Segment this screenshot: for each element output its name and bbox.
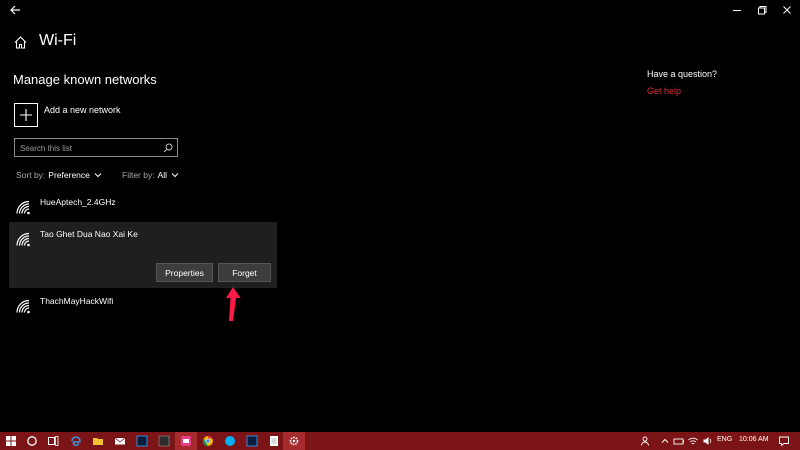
filter-value: All xyxy=(157,170,168,180)
settings-gear-icon[interactable] xyxy=(288,435,300,447)
file-explorer-icon[interactable] xyxy=(92,435,104,447)
clock[interactable]: 10:06 AM xyxy=(739,436,769,443)
people-icon[interactable] xyxy=(640,435,652,447)
close-icon[interactable] xyxy=(780,3,794,17)
edge-browser-icon[interactable] xyxy=(70,435,82,447)
skype-icon[interactable] xyxy=(224,435,236,447)
notepad-icon[interactable] xyxy=(268,435,280,447)
help-question: Have a question? xyxy=(647,69,718,79)
get-help-link[interactable]: Get help xyxy=(647,86,681,96)
add-network-button[interactable] xyxy=(14,103,38,127)
wifi-icon xyxy=(16,200,30,215)
sort-dropdown[interactable]: Sort by: Preference xyxy=(16,170,102,180)
chevron-down-icon xyxy=(171,173,179,178)
home-icon[interactable] xyxy=(13,35,28,50)
network-item[interactable]: HueAptech_2.4GHz xyxy=(9,193,277,219)
network-name: ThachMayHackWifi xyxy=(40,296,114,306)
add-network-label[interactable]: Add a new network xyxy=(44,105,121,115)
restore-icon[interactable] xyxy=(755,3,769,17)
network-name: Tao Ghet Dua Nao Xai Ke xyxy=(40,229,138,239)
chrome-icon[interactable] xyxy=(202,435,214,447)
volume-icon[interactable] xyxy=(702,435,714,447)
filter-dropdown[interactable]: Filter by: All xyxy=(122,170,179,180)
photoshop-icon[interactable] xyxy=(136,435,148,447)
cortana-search-icon[interactable] xyxy=(26,435,38,447)
photoshop-icon[interactable] xyxy=(246,435,258,447)
chevron-down-icon xyxy=(94,173,102,178)
filter-label: Filter by: xyxy=(122,170,155,180)
properties-button[interactable]: Properties xyxy=(156,263,213,282)
plus-icon xyxy=(20,109,32,121)
wifi-tray-icon[interactable] xyxy=(687,435,699,447)
back-arrow-icon[interactable] xyxy=(8,3,22,17)
annotation-arrow xyxy=(226,287,241,321)
wifi-icon xyxy=(16,232,30,247)
notification-icon[interactable] xyxy=(778,435,790,447)
wifi-icon xyxy=(16,299,30,314)
media-app-icon[interactable] xyxy=(180,435,192,447)
start-windows-icon[interactable] xyxy=(5,435,17,447)
sort-value: Preference xyxy=(48,170,90,180)
taskbar: ENG 10:06 AM xyxy=(0,432,800,450)
chevron-up-icon[interactable] xyxy=(659,435,671,447)
search-input[interactable] xyxy=(20,141,160,155)
mail-icon[interactable] xyxy=(114,435,126,447)
minimize-icon[interactable] xyxy=(730,3,744,17)
search-box[interactable] xyxy=(14,138,178,157)
task-view-icon[interactable] xyxy=(47,435,59,447)
app-icon[interactable] xyxy=(158,435,170,447)
network-item-selected[interactable]: Tao Ghet Dua Nao Xai Ke Properties Forge… xyxy=(9,222,277,288)
battery-icon[interactable] xyxy=(673,435,685,447)
language-indicator[interactable]: ENG xyxy=(717,436,732,443)
search-icon[interactable] xyxy=(163,143,173,153)
network-name: HueAptech_2.4GHz xyxy=(40,197,116,207)
title-bar xyxy=(0,0,800,20)
forget-button[interactable]: Forget xyxy=(218,263,271,282)
sort-label: Sort by: xyxy=(16,170,46,180)
page-title: Wi-Fi xyxy=(39,32,77,49)
section-title: Manage known networks xyxy=(13,72,157,87)
